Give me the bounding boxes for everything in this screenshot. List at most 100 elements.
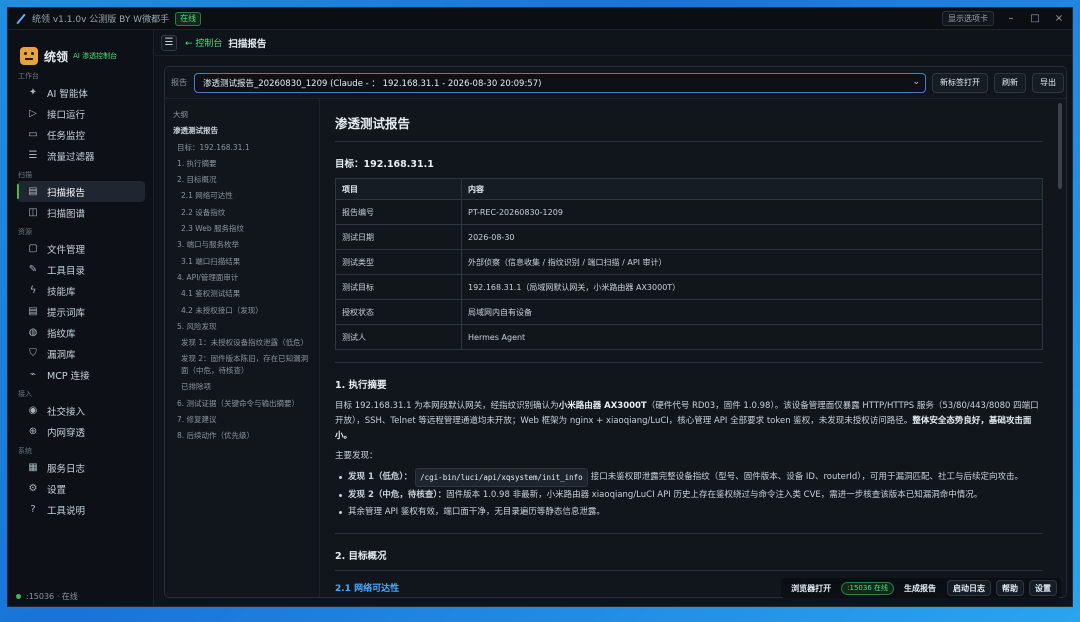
outline-item[interactable]: 4. API/管理面审计 xyxy=(173,270,319,286)
sidebar-item[interactable]: ⛉ 漏洞库 xyxy=(17,343,145,364)
report-select[interactable]: 渗透测试报告_20260830_1209 (Claude - ： 192.168… xyxy=(194,72,926,93)
sidebar-item[interactable]: ✎ 工具目录 xyxy=(17,259,145,280)
outline-item[interactable]: 3.1 端口扫描结果 xyxy=(173,254,319,270)
finding-text: 固件版本 1.0.98 非最新，小米路由器 xiaoqiang/LuCI API… xyxy=(446,490,983,500)
settings-button[interactable]: 设置 xyxy=(1029,580,1057,596)
folder-icon: ▢ xyxy=(28,243,38,254)
back-to-console-link[interactable]: ← 控制台 xyxy=(185,36,222,49)
sidebar-item[interactable]: ▤ 提示词库 xyxy=(17,301,145,322)
target-heading: 目标：192.168.31.1 xyxy=(335,159,434,170)
status-dot-icon xyxy=(16,594,21,599)
export-button[interactable]: 导出 xyxy=(1032,72,1064,93)
sidebar-item[interactable]: ▢ 文件管理 xyxy=(17,238,145,259)
report-panel: 报告 渗透测试报告_20260830_1209 (Claude - ： 192.… xyxy=(164,66,1067,598)
show-tab-button[interactable]: 显示选项卡 xyxy=(942,11,994,26)
outline-item[interactable]: 4.2 未授权接口（发现） xyxy=(173,303,319,319)
content-scrollbar[interactable] xyxy=(1058,103,1062,189)
sidebar-item[interactable]: ▷ 接口运行 xyxy=(17,103,145,124)
open-new-tab-button[interactable]: 新标签打开 xyxy=(932,72,988,93)
outline-item[interactable]: 渗透测试报告 xyxy=(173,123,319,139)
outline-item[interactable]: 发现 2：固件版本陈旧，存在已知漏洞面（中危，待核查） xyxy=(173,353,313,377)
sidebar-item[interactable]: ⌁ MCP 连接 xyxy=(17,364,145,385)
sidebar-item-label: 流量过滤器 xyxy=(47,151,95,163)
outline-item[interactable]: 7. 修复建议 xyxy=(173,412,319,428)
document-icon: ▤ xyxy=(28,186,38,197)
outline-item[interactable]: 1. 执行摘要 xyxy=(173,156,319,172)
start-log-button[interactable]: 启动日志 xyxy=(947,580,991,596)
refresh-button[interactable]: 刷新 xyxy=(994,72,1026,93)
table-cell: 外部侦察（信息收集 / 指纹识别 / 端口扫描 / API 审计） xyxy=(461,249,1043,275)
outline-item[interactable]: 目标：192.168.31.1 xyxy=(173,140,319,156)
sidebar-section-label: 工作台 xyxy=(18,72,39,80)
sidebar-item[interactable]: ⊕ 内网穿透 xyxy=(17,421,145,442)
minimize-icon[interactable]: – xyxy=(1004,13,1018,24)
report-toolbar: 报告 渗透测试报告_20260830_1209 (Claude - ： 192.… xyxy=(165,67,1066,99)
window-title: 统领 v1.1.0v 公测版 BY W微都手 xyxy=(32,15,170,25)
outline-item[interactable]: 2. 目标概况 xyxy=(173,172,319,188)
sidebar-item[interactable]: ◫ 扫描图谱 xyxy=(17,202,145,223)
table-cell: 测试人 xyxy=(335,324,462,350)
generate-report-button[interactable]: 生成报告 xyxy=(904,583,936,594)
maximize-icon[interactable]: □ xyxy=(1028,13,1042,24)
report-label: 报告 xyxy=(171,78,187,87)
prompt-icon: ▤ xyxy=(28,306,38,317)
report-outline: 大纲 渗透测试报告 目标：192.168.31.1 1. 执行摘要 2. 目标概况 2.1… xyxy=(165,99,320,597)
table-header: 项目 xyxy=(335,178,462,200)
sidebar-item-label: 文件管理 xyxy=(47,244,86,256)
outline-item[interactable]: 发现 1：未授权设备指纹泄露（低危） xyxy=(173,335,319,351)
port-status-badge: :15036 在线 xyxy=(841,581,894,595)
help-button[interactable]: 帮助 xyxy=(996,580,1024,596)
tunnel-icon: ⊕ xyxy=(28,426,38,437)
outline-item[interactable]: 3. 端口与服务枚举 xyxy=(173,237,319,253)
outline-item[interactable]: 2.2 设备指纹 xyxy=(173,205,319,221)
table-cell: 授权状态 xyxy=(335,299,462,325)
outline-item[interactable]: 4.1 鉴权测试结果 xyxy=(173,286,319,302)
outline-item[interactable]: 2.1 网络可达性 xyxy=(173,188,319,204)
list-item: 发现 1（低危）： /cgi-bin/luci/api/xqsystem/ini… xyxy=(335,468,1051,487)
sidebar-item[interactable]: ◉ 社交接入 xyxy=(17,400,145,421)
sidebar-item[interactable]: ◍ 指纹库 xyxy=(17,322,145,343)
sidebar-item-label: 内网穿透 xyxy=(47,427,86,439)
server-status-text: :15036 · 在线 xyxy=(26,592,78,601)
brand-name: 统领 xyxy=(44,49,69,64)
sidebar-item-label: 工具说明 xyxy=(47,505,86,517)
sidebar-item[interactable]: ☰ 流量过滤器 xyxy=(17,145,145,166)
outline-item[interactable]: 6. 测试证据（关键命令与输出摘要） xyxy=(173,396,319,412)
table-row: 测试类型 外部侦察（信息收集 / 指纹识别 / 端口扫描 / API 审计） xyxy=(335,249,1043,275)
sidebar-section-label: 扫描 xyxy=(18,171,32,179)
sidebar-item[interactable]: ▭ 任务监控 xyxy=(17,124,145,145)
outline-item[interactable]: 8. 后续动作（优先级） xyxy=(173,428,319,444)
filter-icon: ☰ xyxy=(28,150,38,161)
monitor-icon: ▭ xyxy=(28,129,38,140)
app-icon xyxy=(16,14,26,24)
outline-item[interactable]: 2.3 Web 服务指纹 xyxy=(173,221,319,237)
sidebar-item-label: 任务监控 xyxy=(47,130,86,142)
close-icon[interactable]: × xyxy=(1052,13,1066,24)
report-select-value: 渗透测试报告_20260830_1209 (Claude - ： 192.168… xyxy=(203,78,542,89)
menu-icon[interactable]: ☰ xyxy=(161,34,177,51)
sidebar-item[interactable]: ✦ AI 智能体 xyxy=(17,82,145,103)
table-header: 内容 xyxy=(461,178,1043,200)
browser-open-button[interactable]: 浏览器打开 xyxy=(791,583,831,594)
divider xyxy=(335,533,1043,534)
sidebar-item-label: 提示词库 xyxy=(47,307,86,319)
sparkle-icon: ✦ xyxy=(28,87,38,98)
list-item: 其余管理 API 鉴权有效，端口面干净，无目录遍历等静态信息泄露。 xyxy=(335,504,1051,521)
sidebar-item-label: 服务日志 xyxy=(47,463,86,475)
sidebar-item-label: 漏洞库 xyxy=(47,349,76,361)
table-row: 测试人 Hermes Agent xyxy=(335,324,1043,350)
brand: 统领 AI 渗透控制台 xyxy=(8,30,153,70)
outline-item[interactable]: 已排除项 xyxy=(173,379,319,395)
sidebar-item[interactable]: ϟ 技能库 xyxy=(17,280,145,301)
sidebar-item[interactable]: ? 工具说明 xyxy=(17,499,145,520)
list-item: 发现 2（中危，待核查）： 固件版本 1.0.98 非最新，小米路由器 xiao… xyxy=(335,487,1051,504)
report-content[interactable]: 渗透测试报告 目标：192.168.31.1 项目 内容 报告编号 PT-REC-2… xyxy=(335,99,1051,597)
sidebar-item[interactable]: ▦ 服务日志 xyxy=(17,457,145,478)
table-cell: 192.168.31.1（局域网默认网关，小米路由器 AX3000T） xyxy=(461,274,1043,300)
divider xyxy=(335,141,1043,142)
table-row: 测试日期 2026-08-30 xyxy=(335,224,1043,250)
sidebar-item[interactable]: ⚙ 设置 xyxy=(17,478,145,499)
outline-item[interactable]: 5. 风险发现 xyxy=(173,319,319,335)
sidebar-item[interactable]: ▤ 扫描报告 xyxy=(17,181,145,202)
play-icon: ▷ xyxy=(29,108,37,119)
